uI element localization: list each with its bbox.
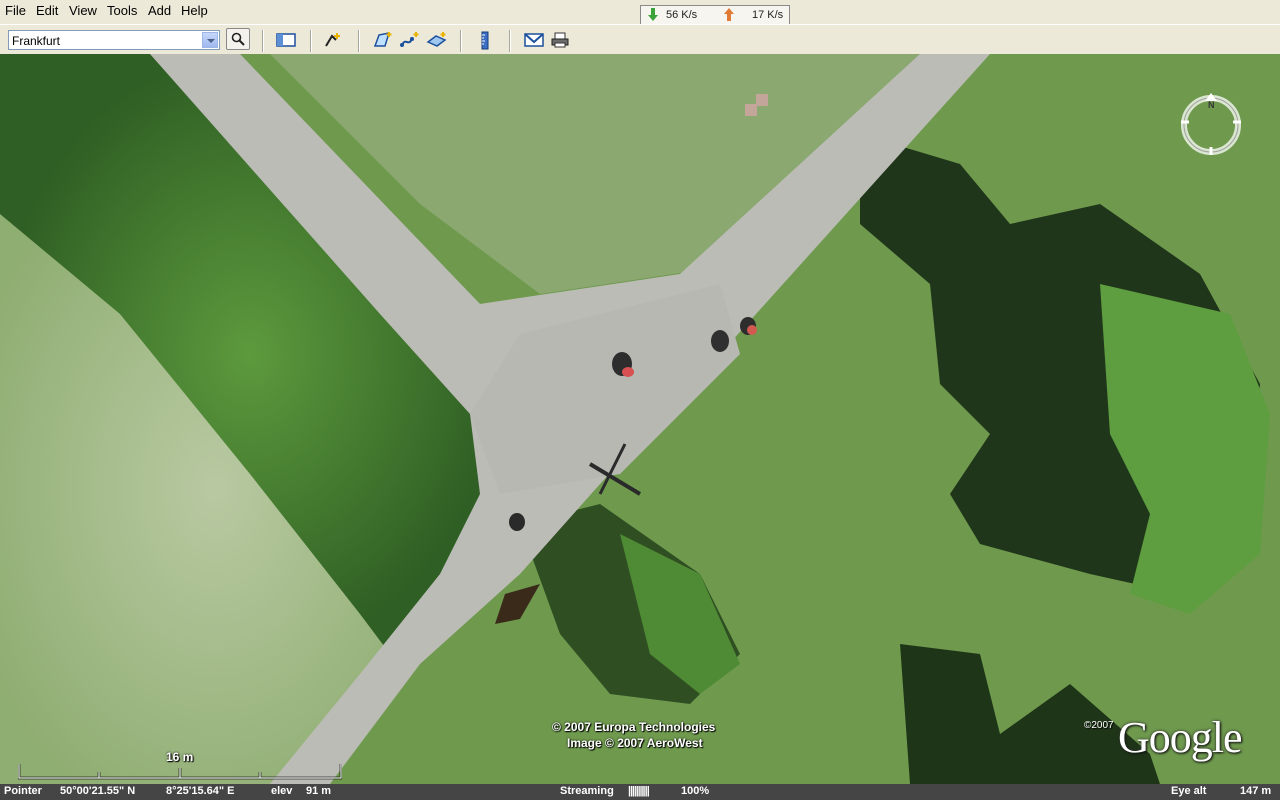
google-logo: Google: [1118, 713, 1243, 762]
ruler-icon[interactable]: [474, 30, 496, 50]
scale-bar: [18, 764, 342, 780]
compass-icon: N: [1181, 93, 1241, 155]
map-viewport[interactable]: N © 2007 Europa Technologies Image © 200…: [0, 54, 1280, 784]
pointer-label: Pointer: [4, 785, 42, 797]
sidebar-toggle-icon[interactable]: [275, 30, 297, 50]
aerial-imagery: [0, 54, 1280, 784]
toolbar-divider: [509, 30, 511, 52]
menu-edit[interactable]: Edit: [36, 3, 58, 18]
print-icon[interactable]: [549, 30, 571, 50]
copyright-line-2: Image © 2007 AeroWest: [567, 736, 703, 750]
polygon-icon[interactable]: [372, 30, 394, 50]
chevron-down-icon[interactable]: [202, 32, 218, 48]
copyright-line-1: © 2007 Europa Technologies: [552, 720, 716, 734]
search-icon: [231, 32, 245, 46]
upload-arrow-icon: [724, 8, 734, 21]
eye-alt-readout: 147 m: [1240, 785, 1272, 797]
search-input[interactable]: Frankfurt: [8, 30, 220, 50]
path-icon[interactable]: [399, 30, 421, 50]
menu-file[interactable]: File: [5, 3, 26, 18]
download-rate: 56 K/s: [666, 9, 698, 21]
elevation-readout: 91 m: [306, 785, 332, 797]
svg-text:N: N: [1208, 100, 1215, 110]
upload-rate: 17 K/s: [752, 9, 784, 21]
google-year: ©2007: [1084, 720, 1114, 731]
search-button[interactable]: [226, 28, 250, 50]
toolbar-divider: [310, 30, 312, 52]
download-arrow-icon: [648, 8, 658, 21]
latitude-readout: 50°00'21.55" N: [60, 785, 136, 797]
longitude-readout: 8°25'15.64" E: [166, 785, 235, 797]
network-meter: 56 K/s 17 K/s: [640, 5, 790, 25]
navigation-compass[interactable]: N: [1178, 92, 1244, 158]
image-overlay-icon[interactable]: [426, 30, 448, 50]
streaming-label: Streaming: [560, 785, 614, 797]
streaming-bar: ||||||||||: [628, 785, 650, 797]
placemark-icon[interactable]: [322, 30, 344, 50]
toolbar: Frankfurt: [0, 24, 1280, 55]
search-value: Frankfurt: [12, 34, 61, 48]
toolbar-divider: [358, 30, 360, 52]
menu-add[interactable]: Add: [148, 3, 171, 18]
scale-legend: 16 m: [18, 750, 342, 780]
menu-tools[interactable]: Tools: [107, 3, 137, 18]
menu-help[interactable]: Help: [181, 3, 208, 18]
streaming-percent: 100%: [681, 785, 710, 797]
toolbar-divider: [460, 30, 462, 52]
status-bar: Pointer 50°00'21.55" N 8°25'15.64" E ele…: [0, 784, 1280, 800]
elevation-label: elev: [271, 785, 293, 797]
menu-view[interactable]: View: [69, 3, 97, 18]
eye-alt-label: Eye alt: [1171, 785, 1207, 797]
email-icon[interactable]: [523, 30, 545, 50]
menu-bar: File Edit View Tools Add Help 56 K/s 17 …: [0, 0, 1280, 25]
toolbar-divider: [262, 30, 264, 52]
